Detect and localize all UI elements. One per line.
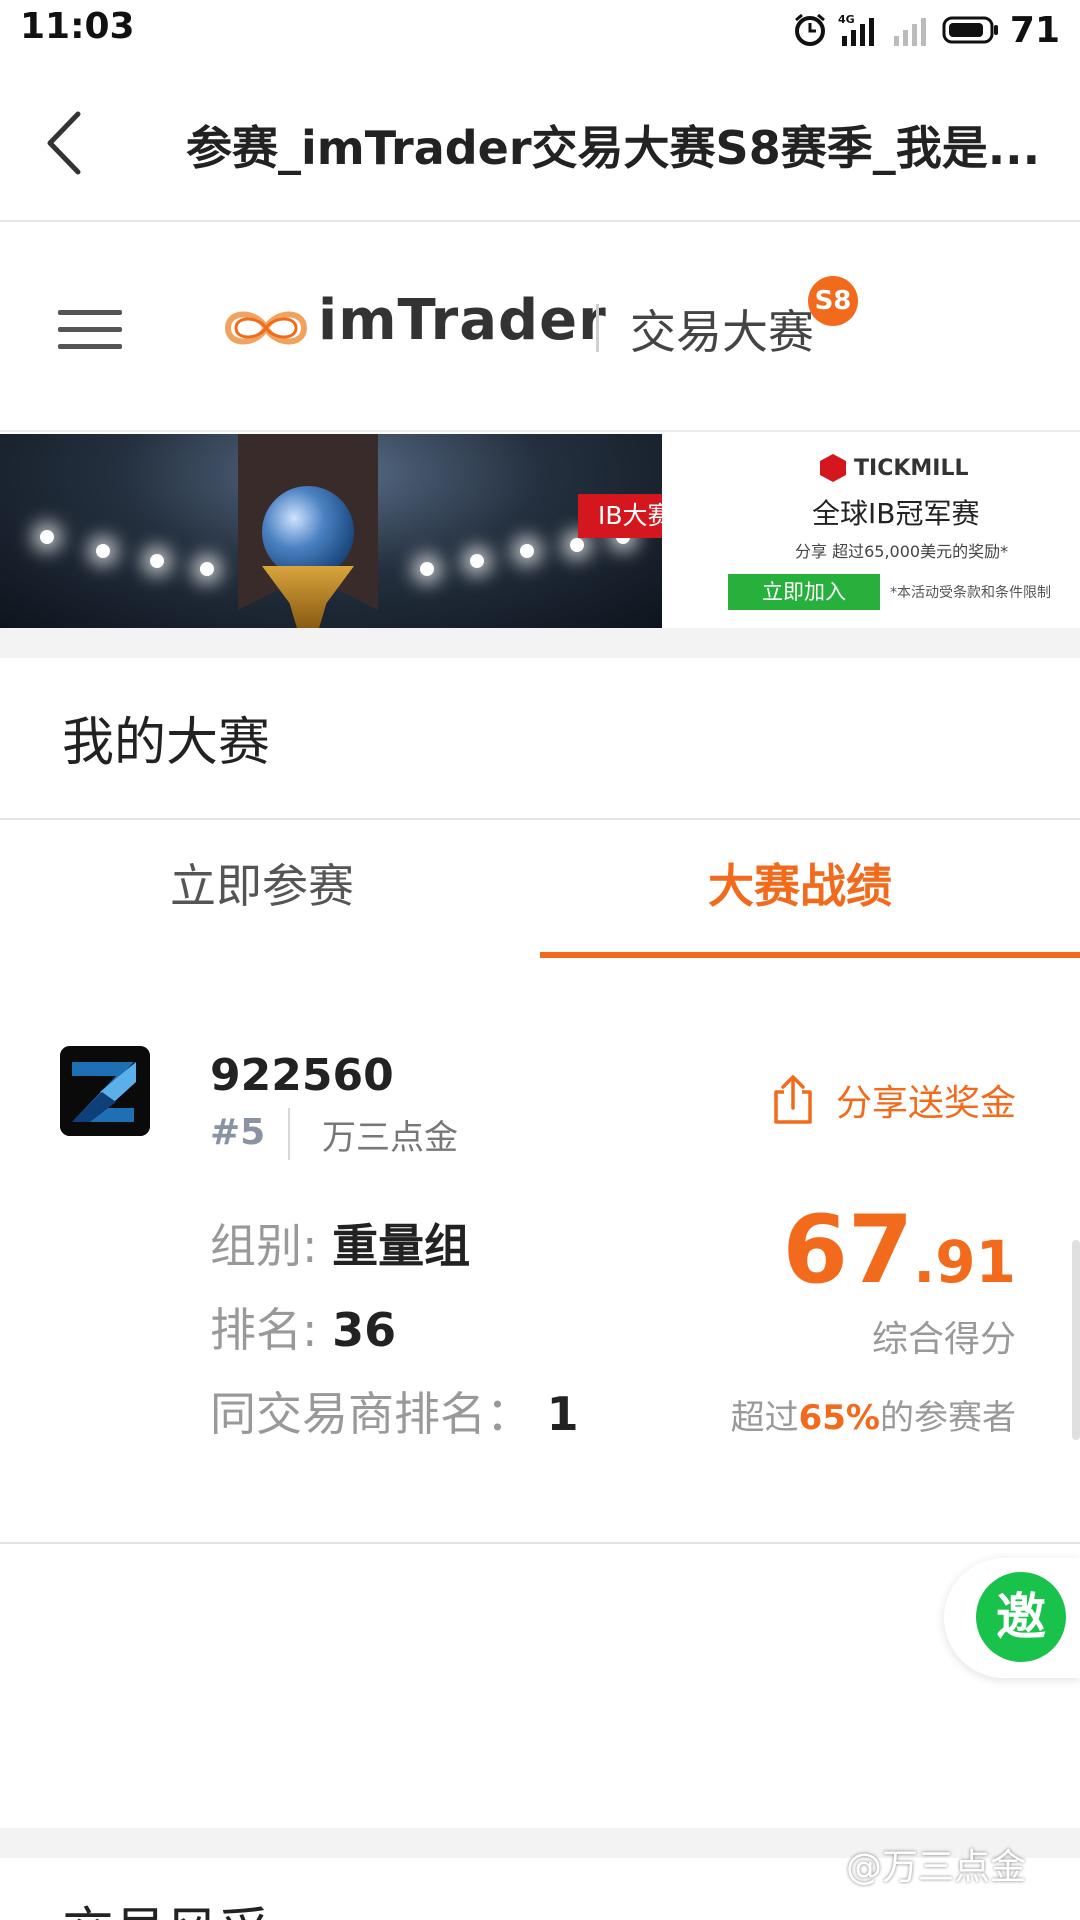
broker-logo-icon <box>60 1046 150 1136</box>
banner-stadium-image <box>0 434 662 628</box>
section-gap <box>0 628 1080 658</box>
rank-value: 36 <box>332 1303 397 1357</box>
watermark: @万三点金 <box>846 1847 1027 1888</box>
battery-icon <box>942 16 998 44</box>
tab-join-now[interactable]: 立即参赛 <box>170 850 354 916</box>
ad-banner[interactable]: IB大赛 TICKMILL 全球IB冠军赛 分享 超过65,000美元的奖励* … <box>0 434 1080 628</box>
scrollbar[interactable] <box>1072 1240 1080 1440</box>
percentile-value: 65% <box>798 1398 880 1438</box>
share-label: 分享送奖金 <box>836 1083 1017 1124</box>
globe-icon <box>262 486 354 578</box>
sponsor-name: TICKMILL <box>854 455 969 481</box>
divider <box>0 1542 1080 1544</box>
group-row: 组别: 重量组 <box>210 1210 470 1276</box>
status-time: 11:03 <box>20 6 135 47</box>
overall-score: 67.91 <box>782 1196 1016 1305</box>
share-button[interactable]: 分享送奖金 <box>770 1074 1016 1126</box>
percentile-text: 超过65%的参赛者 <box>731 1390 1016 1439</box>
tab-contest-record[interactable]: 大赛战绩 <box>708 850 892 916</box>
status-bar: 11:03 4G 71 <box>0 0 1080 62</box>
score-decimal: .91 <box>913 1228 1016 1296</box>
divider <box>0 818 1080 820</box>
broker-rank-row: 同交易商排名： 1 <box>210 1378 579 1444</box>
section-title-trading: 交易风采 <box>62 1890 270 1920</box>
signal-icon-empty <box>893 18 926 46</box>
broker-rank-label: 同交易商排名： <box>210 1387 532 1441</box>
account-id: 922560 <box>210 1050 394 1101</box>
tickmill-logo-icon <box>820 454 846 482</box>
title-bar: 参赛_imTrader交易大赛S8赛季_我是... <box>0 62 1080 222</box>
alarm-icon <box>794 13 825 46</box>
brand-name: imTrader <box>318 288 607 353</box>
brand-divider <box>596 304 599 352</box>
invite-button[interactable]: 邀 <box>976 1572 1066 1662</box>
imtrader-logo-icon <box>224 311 308 345</box>
score-label: 综合得分 <box>871 1319 1016 1360</box>
section-title: 我的大赛 <box>62 713 271 773</box>
banner-headline: 全球IB冠军赛 <box>812 497 980 530</box>
active-tab-indicator <box>540 952 1080 958</box>
status-icons: 4G 71 <box>792 8 1060 52</box>
trophy-icon <box>262 566 354 628</box>
battery-level: 71 <box>1009 9 1060 51</box>
rank-tag: #5 <box>210 1112 266 1153</box>
brand-header: imTrader 交易大赛 S8 <box>0 224 1080 432</box>
group-label: 组别: <box>210 1219 318 1273</box>
banner-note: *本活动受条款和条件限制 <box>890 585 1051 601</box>
chevron-left-icon[interactable] <box>38 108 98 178</box>
signal-icon: 4G <box>838 13 874 46</box>
svg-text:4G: 4G <box>838 13 855 26</box>
group-value: 重量组 <box>332 1219 471 1273</box>
score-integer: 67 <box>782 1196 914 1305</box>
broker-rank-value: 1 <box>546 1387 579 1441</box>
share-icon <box>774 1075 812 1124</box>
hamburger-menu-icon[interactable] <box>58 310 122 350</box>
page-title: 参赛_imTrader交易大赛S8赛季_我是... <box>186 121 1041 175</box>
rank-label: 排名: <box>210 1303 318 1357</box>
avatar <box>60 1046 150 1136</box>
percentile-suffix: 的参赛者 <box>880 1398 1016 1438</box>
percentile-prefix: 超过 <box>730 1398 799 1438</box>
brand-subtitle: 交易大赛 <box>630 305 814 359</box>
join-now-button[interactable]: 立即加入 <box>728 574 880 610</box>
divider <box>288 1108 290 1160</box>
rank-row: 排名: 36 <box>210 1294 396 1360</box>
account-name: 万三点金 <box>322 1118 458 1158</box>
banner-text: 分享 超过65,000美元的奖励* <box>795 542 1009 561</box>
season-badge: S8 <box>808 276 858 326</box>
sponsor-logo: TICKMILL <box>820 454 969 482</box>
